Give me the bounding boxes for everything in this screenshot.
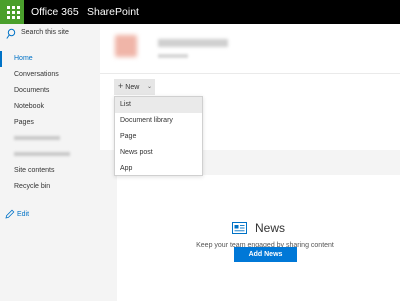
suite-bar: Office 365 SharePoint bbox=[0, 0, 400, 24]
search-input[interactable]: Search this site bbox=[21, 29, 69, 36]
search-icon bbox=[6, 28, 16, 39]
sharepoint-link[interactable]: SharePoint bbox=[87, 6, 139, 18]
menu-item-app[interactable]: App bbox=[115, 161, 202, 177]
office-365-link[interactable]: Office 365 bbox=[31, 6, 79, 18]
site-header bbox=[100, 24, 400, 74]
nav-item-redacted-1[interactable] bbox=[0, 131, 100, 147]
edit-label: Edit bbox=[17, 210, 30, 218]
site-logo[interactable] bbox=[115, 35, 137, 57]
command-bar: + New ⌄ bbox=[100, 75, 400, 95]
news-heading: News bbox=[255, 221, 286, 235]
site-subtitle-redacted bbox=[158, 54, 188, 60]
app-launcher-icon[interactable] bbox=[0, 0, 24, 24]
nav-item-conversations[interactable]: Conversations bbox=[0, 67, 100, 83]
pencil-icon bbox=[5, 209, 15, 219]
menu-item-list[interactable]: List bbox=[115, 97, 202, 113]
chevron-down-icon: ⌄ bbox=[146, 84, 152, 90]
add-news-button[interactable]: Add News bbox=[234, 247, 297, 262]
plus-icon: + bbox=[118, 81, 124, 91]
new-dropdown-menu: List Document library Page News post App bbox=[114, 96, 203, 176]
new-button[interactable]: + New ⌄ bbox=[114, 79, 155, 95]
nav-item-recycle-bin[interactable]: Recycle bin bbox=[0, 179, 100, 195]
nav-item-home[interactable]: Home bbox=[0, 51, 100, 67]
left-navigation: Search this site Home Conversations Docu… bbox=[0, 24, 100, 301]
site-search-box[interactable]: Search this site bbox=[0, 24, 100, 44]
menu-item-document-library[interactable]: Document library bbox=[115, 113, 202, 129]
nav-item-pages[interactable]: Pages bbox=[0, 115, 100, 131]
newspaper-icon bbox=[232, 222, 247, 234]
menu-item-news-post[interactable]: News post bbox=[115, 145, 202, 161]
site-title-redacted[interactable] bbox=[158, 38, 228, 50]
menu-item-page[interactable]: Page bbox=[115, 129, 202, 145]
new-label: New bbox=[125, 84, 140, 91]
news-webpart bbox=[117, 175, 400, 301]
nav-item-documents[interactable]: Documents bbox=[0, 83, 100, 99]
nav-item-site-contents[interactable]: Site contents bbox=[0, 163, 100, 179]
edit-links-button[interactable]: Edit bbox=[5, 209, 29, 221]
nav-item-notebook[interactable]: Notebook bbox=[0, 99, 100, 115]
nav-item-redacted-2[interactable] bbox=[0, 147, 100, 163]
